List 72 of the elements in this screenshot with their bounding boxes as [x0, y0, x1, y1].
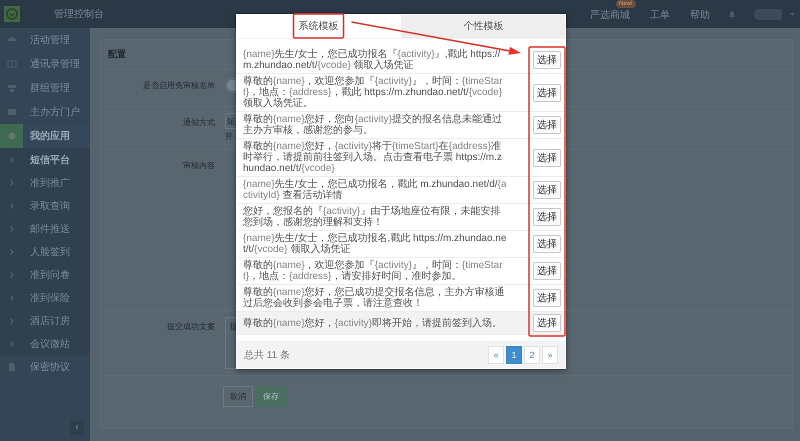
- menu-icon: [6, 59, 16, 69]
- template-text: 尊敬的{name}您好，{activity}即将开始，请提前签到入场。: [243, 318, 503, 328]
- menu-icon: [6, 83, 16, 93]
- template-text: 尊敬的{name}您好，{activity}将于{timeStart}在{address}准时举行，请提前前往签到入场。点击查看电子票 https://m.zhundao.net/t/{vcode}: [243, 141, 503, 174]
- sidebar-item[interactable]: 主办方门户: [0, 100, 90, 124]
- sidebar-subitem[interactable]: 短信平台: [0, 148, 90, 171]
- menu-icon: [6, 362, 16, 372]
- chevron-icon: [10, 202, 14, 208]
- bell-icon[interactable]: [728, 10, 736, 18]
- nav-link[interactable]: 工单: [650, 10, 670, 21]
- template-text: {name}先生/女士，您已成功报名，戳此 m.zhundao.net/d/{activityId} 查看活动详情: [243, 179, 508, 201]
- sidebar-item[interactable]: 保密协议: [0, 355, 90, 379]
- tab[interactable]: 个性模板: [401, 14, 566, 38]
- template-text: 您好，您报名的『{activity}』由于场地座位有限，未能安排您到场，感谢您的理解和支持！: [243, 206, 502, 228]
- sidebar-subitem[interactable]: 酒店订房: [0, 309, 90, 332]
- page-button[interactable]: »: [542, 346, 558, 364]
- page-button[interactable]: 2: [524, 346, 540, 364]
- sidebar-item[interactable]: 通讯录管理: [0, 52, 90, 76]
- field-label: 提交成功文案: [166, 321, 216, 333]
- select-button[interactable]: 选择: [533, 116, 561, 134]
- sidebar-subitem[interactable]: 准到推广: [0, 171, 90, 194]
- field-label: 审核内容: [182, 160, 216, 172]
- cancel-button[interactable]: 取消: [223, 386, 253, 407]
- page-button[interactable]: «: [488, 346, 504, 364]
- field-note: 开: [225, 131, 234, 142]
- template-text: 尊敬的{name}您好，您向{activity}提交的报名信息未能通过主办方审核，感谢您的参与。: [243, 114, 503, 136]
- chevron-icon: [10, 318, 14, 324]
- caret-icon[interactable]: [790, 12, 795, 16]
- select-button[interactable]: 选择: [533, 314, 561, 332]
- annotation-box: [292, 13, 344, 39]
- select-button[interactable]: 选择: [533, 262, 561, 280]
- save-button[interactable]: 保存: [256, 386, 286, 407]
- sidebar-item[interactable]: 活动管理: [0, 28, 90, 52]
- chevron-icon: [10, 156, 14, 162]
- field-label: 通知方式: [182, 117, 216, 129]
- select-button[interactable]: 选择: [533, 208, 561, 226]
- select-button[interactable]: 选择: [533, 84, 561, 102]
- sidebar-subitem[interactable]: 会议微站: [0, 332, 90, 355]
- select-button[interactable]: 选择: [533, 148, 561, 166]
- nav-link[interactable]: 严选商城: [590, 10, 630, 21]
- page-button[interactable]: 1: [506, 346, 522, 364]
- template-text: 尊敬的{name}，欢迎您参加『{activity}』，时间：{timeStart}，地点：{address}，请安排好时间，准时参加。: [243, 260, 504, 282]
- sidebar-item[interactable]: 群组管理: [0, 76, 90, 100]
- console-title: 管理控制台: [54, 8, 104, 21]
- nav-link[interactable]: 帮助: [690, 10, 710, 21]
- chevron-icon: [10, 340, 14, 346]
- collapse-button[interactable]: ‹: [70, 421, 84, 435]
- template-text: 尊敬的{name}，欢迎您参加『{activity}』，时间：{timeStart}，地点：{address}，戳此 https://m.zhundao.net/t/{vcode} 领取入场凭证。: [243, 76, 504, 109]
- total-count: 总共 11 条: [244, 348, 290, 362]
- sidebar-subitem[interactable]: 准到保险: [0, 286, 90, 309]
- menu-icon: [6, 131, 16, 141]
- tab[interactable]: 系统模板: [236, 14, 401, 38]
- select-button[interactable]: 选择: [533, 51, 561, 69]
- field-label: 是否启用免审核名单: [142, 80, 216, 92]
- sidebar-subitem[interactable]: 邮件推送: [0, 217, 90, 240]
- select-button[interactable]: 选择: [533, 289, 561, 307]
- sidebar-item[interactable]: 我的应用: [0, 124, 90, 148]
- template-text: 尊敬的{name}您好，您已成功提交报名信息，主办方审核通过后您会收到参会电子票，请注意查收！: [243, 287, 506, 309]
- logo-icon: [4, 6, 20, 22]
- chevron-icon: [10, 226, 14, 232]
- chevron-icon: [10, 294, 14, 300]
- sidebar-subitem[interactable]: 准到问卷: [0, 263, 90, 286]
- menu-icon: [6, 107, 16, 117]
- chevron-icon: [10, 248, 14, 254]
- template-text: {name}先生/女士，您已成功报名,戳此 https://m.zhundao.net/t/{vcode} 领取入场凭证: [243, 233, 508, 255]
- select-button[interactable]: 选择: [533, 235, 561, 253]
- select-button[interactable]: 选择: [533, 181, 561, 199]
- sidebar-subitem[interactable]: 人脸签到: [0, 240, 90, 263]
- chevron-icon: [10, 272, 14, 278]
- sidebar-subitem[interactable]: 录取查询: [0, 194, 90, 217]
- chevron-icon: [10, 180, 14, 186]
- template-text: {name}先生/女士，您已成功报名『{activity}』,戳此 https://m.zhundao.net/t/{vcode} 领取入场凭证: [243, 49, 502, 71]
